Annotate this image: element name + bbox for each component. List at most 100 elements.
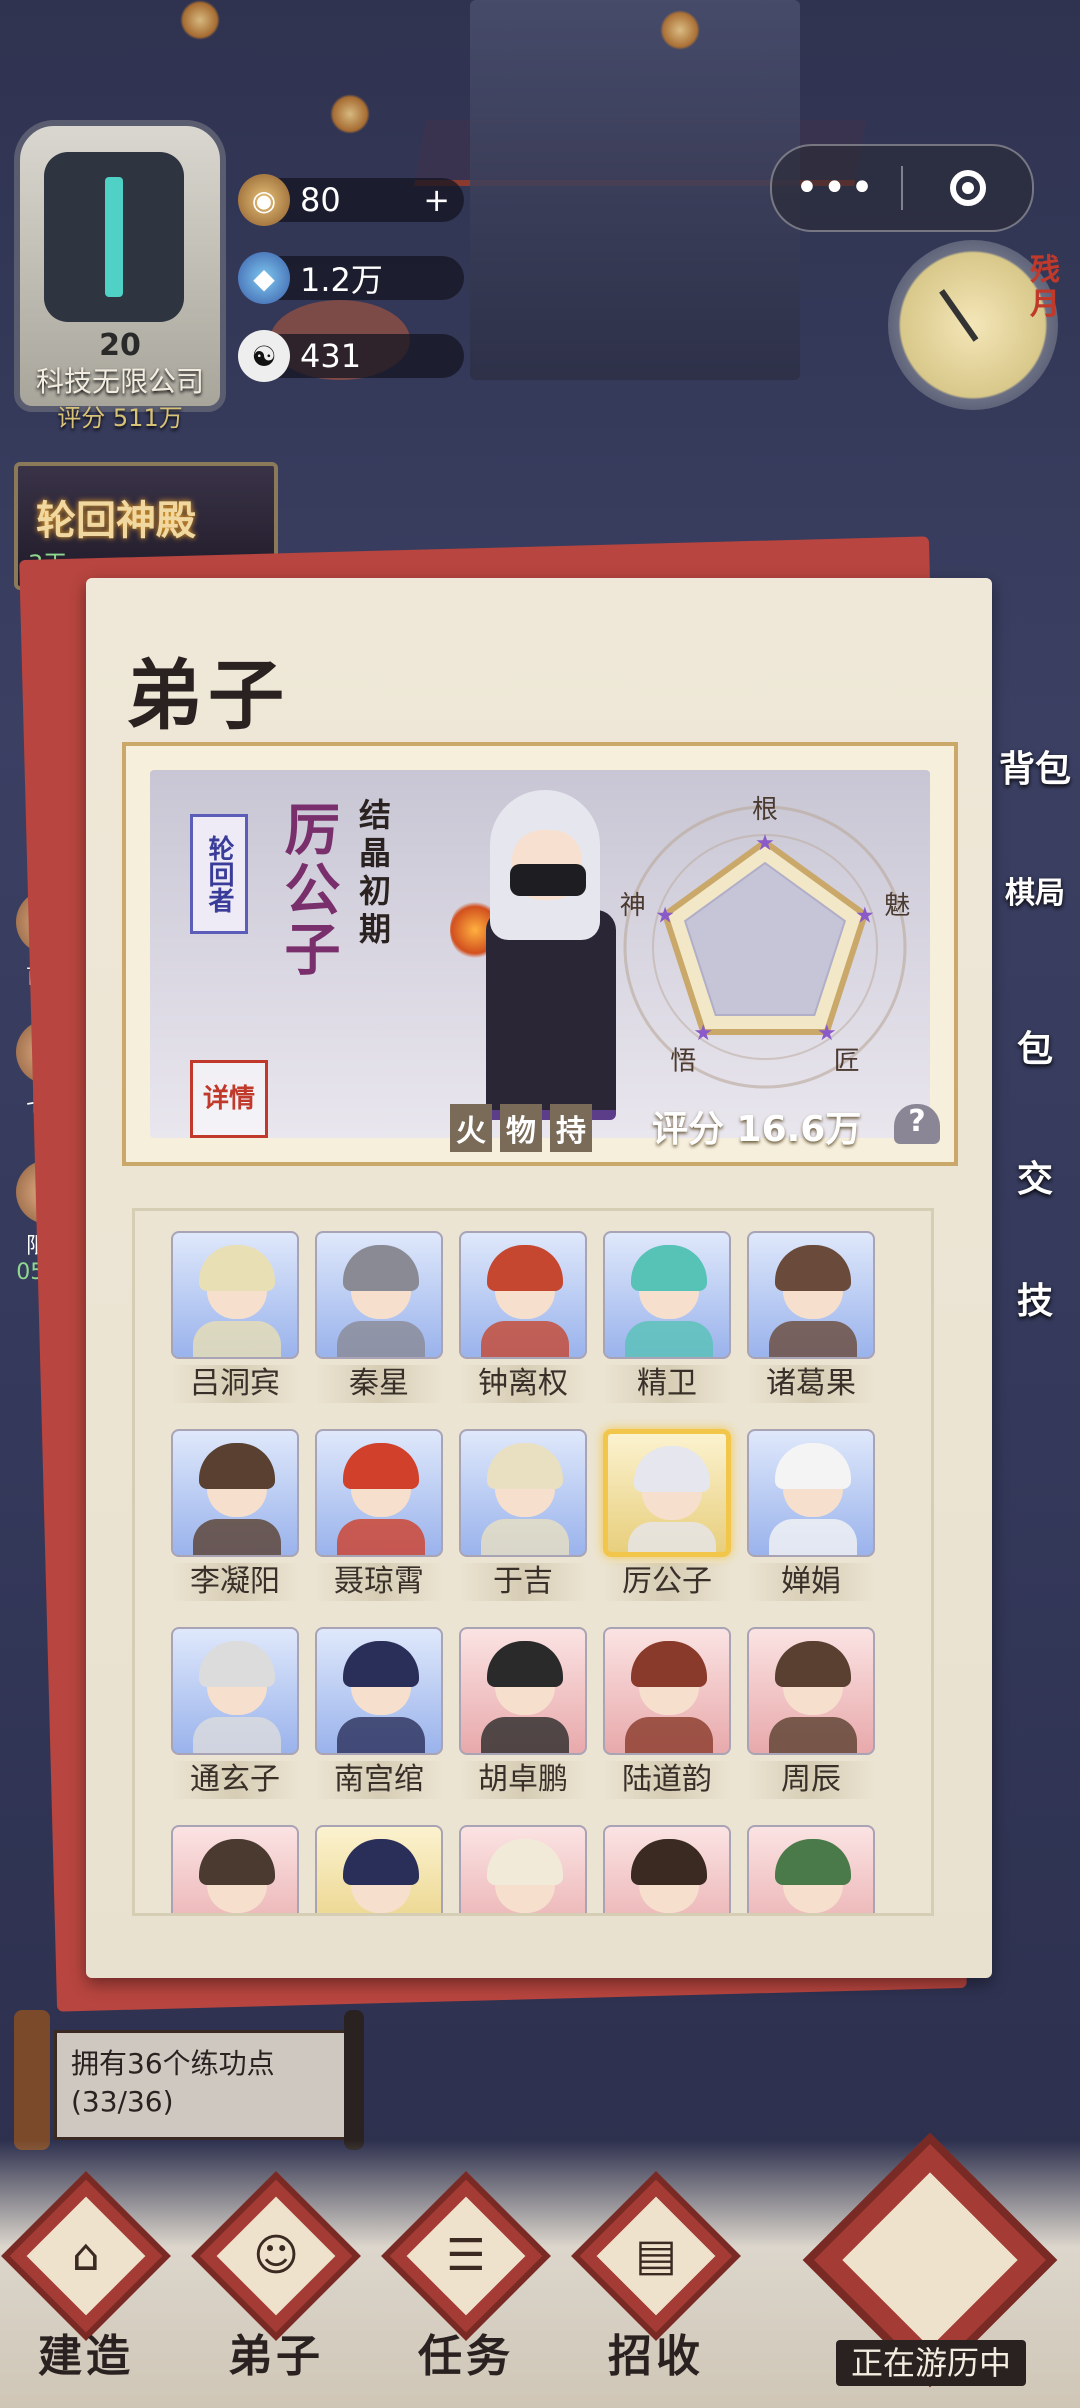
more-menu-button[interactable]: ••• <box>772 165 901 211</box>
player-level: 20 <box>99 328 141 363</box>
radar-star-icon: ★ <box>755 831 775 856</box>
roster-card[interactable]: 陆道韵 <box>603 1627 731 1799</box>
nav-tasks[interactable]: ☰ 任务 <box>381 2171 551 2396</box>
resource-yinyang[interactable]: ☯ 431 <box>238 330 464 382</box>
roster-card[interactable]: 于吉 <box>459 1429 587 1601</box>
training-points-tip[interactable]: 拥有36个练功点(33/36) <box>14 2010 370 2150</box>
roster-card[interactable] <box>171 1825 299 1913</box>
disciple-icon: ☺ <box>253 2230 299 2281</box>
disciple-portrait <box>459 1429 587 1557</box>
nav-label: 任务 <box>418 2331 514 2382</box>
jade-coin-icon: ◉ <box>238 174 290 226</box>
resource-value: 431 <box>300 337 362 375</box>
disciple-roster[interactable]: 吕洞宾 秦星 钟离权 精卫 诸葛果李凝阳 聂琼霄 于吉 厉公子 婵娟通玄子 南宫绾 胡卓鹏 陆道韵 周辰 <box>132 1208 934 1916</box>
disciple-portrait <box>603 1825 731 1913</box>
disciple-portrait <box>171 1231 299 1359</box>
element-tag: 火 <box>450 1104 492 1152</box>
disciple-name: 钟离权 <box>459 1365 587 1403</box>
radar-axis-label: 根 <box>752 795 778 825</box>
disciple-portrait <box>315 1429 443 1557</box>
roster-card[interactable]: 南宫绾 <box>315 1627 443 1799</box>
roster-card[interactable]: 诸葛果 <box>747 1231 875 1403</box>
side-item-bag[interactable]: 背包 <box>990 740 1080 792</box>
disciple-portrait <box>603 1231 731 1359</box>
roster-card[interactable]: 聂琼霄 <box>315 1429 443 1601</box>
disciple-name: 通玄子 <box>171 1761 299 1799</box>
resource-jade[interactable]: ◉ 80 + <box>238 174 464 226</box>
disciple-panel: 弟子 轮回者 厉公子 结晶初期 详情 火 物 持 评分 16.6万 ? ★ 根 … <box>86 578 992 1978</box>
clock-hand-icon <box>939 289 979 342</box>
disciple-name: 诸葛果 <box>747 1365 875 1403</box>
roster-card[interactable] <box>747 1825 875 1913</box>
roster-card[interactable]: 精卫 <box>603 1231 731 1403</box>
disciple-name: 精卫 <box>603 1365 731 1403</box>
character-card: 轮回者 厉公子 结晶初期 详情 火 物 持 评分 16.6万 ? ★ 根 ★ 魅… <box>122 742 958 1166</box>
roster-grid: 吕洞宾 秦星 钟离权 精卫 诸葛果李凝阳 聂琼霄 于吉 厉公子 婵娟通玄子 南宫绾 胡卓鹏 陆道韵 周辰 <box>171 1231 875 1913</box>
disciple-name: 周辰 <box>747 1761 875 1799</box>
roster-card[interactable]: 厉公子 <box>603 1429 731 1601</box>
disciple-portrait <box>171 1627 299 1755</box>
roster-card[interactable]: 秦星 <box>315 1231 443 1403</box>
radar-axis-label: 匠 <box>834 1046 860 1076</box>
resource-crystal[interactable]: ◆ 1.2万 <box>238 252 464 304</box>
travel-button[interactable]: 正在游历中 <box>800 2130 1060 2390</box>
nav-disciples[interactable]: ☺ 弟子 <box>191 2171 361 2396</box>
nav-recruit[interactable]: ▤ 招收 <box>571 2171 741 2396</box>
cultivation-stage: 结晶初期 <box>354 798 392 950</box>
element-tag: 物 <box>500 1104 542 1152</box>
add-icon[interactable]: + <box>423 181 450 219</box>
disciple-portrait <box>315 1825 443 1913</box>
recruit-card-icon: ▤ <box>635 2230 677 2281</box>
roster-card[interactable] <box>315 1825 443 1913</box>
roster-card[interactable]: 周辰 <box>747 1627 875 1799</box>
scroll-rod <box>14 2010 50 2150</box>
scroll-icon: ☰ <box>446 2230 486 2281</box>
side-item-social[interactable]: 交 <box>990 1150 1080 1202</box>
miniprogram-capsule: ••• <box>770 144 1034 232</box>
disciple-portrait <box>603 1627 731 1755</box>
details-button[interactable]: 详情 <box>190 1060 268 1138</box>
lantern-icon <box>180 0 220 40</box>
disciple-name: 陆道韵 <box>603 1761 731 1799</box>
disciple-portrait <box>603 1429 731 1557</box>
roster-card[interactable]: 通玄子 <box>171 1627 299 1799</box>
side-item-chess[interactable]: 棋局 <box>990 868 1080 912</box>
panel-title: 弟子 <box>126 651 290 740</box>
resource-value: 80 <box>300 181 341 219</box>
disciple-portrait <box>171 1825 299 1913</box>
disciple-portrait <box>459 1825 587 1913</box>
roster-card[interactable]: 胡卓鹏 <box>459 1627 587 1799</box>
character-score: 评分 16.6万 <box>652 1109 862 1150</box>
disciple-name: 婵娟 <box>747 1563 875 1601</box>
yin-yang-icon: ☯ <box>238 330 290 382</box>
radar-axis-label: 悟 <box>670 1046 696 1076</box>
disciple-portrait <box>747 1627 875 1755</box>
disciple-portrait <box>171 1429 299 1557</box>
roster-card[interactable] <box>459 1825 587 1913</box>
roster-card[interactable]: 婵娟 <box>747 1429 875 1601</box>
element-tag: 持 <box>550 1104 592 1152</box>
radar-star-icon: ★ <box>655 904 675 929</box>
building-icon: ⌂ <box>72 2230 100 2281</box>
side-item-skill[interactable]: 技 <box>990 1272 1080 1324</box>
disciple-name: 于吉 <box>459 1563 587 1601</box>
radar-star-icon: ★ <box>855 904 875 929</box>
resource-value: 1.2万 <box>300 261 383 299</box>
disciple-portrait <box>315 1627 443 1755</box>
roster-card[interactable]: 李凝阳 <box>171 1429 299 1601</box>
target-icon <box>949 170 986 206</box>
disciple-portrait <box>747 1429 875 1557</box>
nav-build[interactable]: ⌂ 建造 <box>1 2171 171 2396</box>
help-icon[interactable]: ? <box>894 1104 940 1144</box>
side-item-pack[interactable]: 包 <box>990 1020 1080 1072</box>
disciple-name: 李凝阳 <box>171 1563 299 1601</box>
roster-card[interactable]: 钟离权 <box>459 1231 587 1403</box>
roster-card[interactable]: 吕洞宾 <box>171 1231 299 1403</box>
element-tags: 火 物 持 <box>450 1104 592 1152</box>
close-miniprogram-button[interactable] <box>903 170 1032 206</box>
disciple-portrait <box>747 1825 875 1913</box>
radar-star-icon: ★ <box>693 1021 713 1046</box>
disciple-name: 厉公子 <box>603 1563 731 1601</box>
roster-card[interactable] <box>603 1825 731 1913</box>
lantern-icon <box>660 10 700 50</box>
